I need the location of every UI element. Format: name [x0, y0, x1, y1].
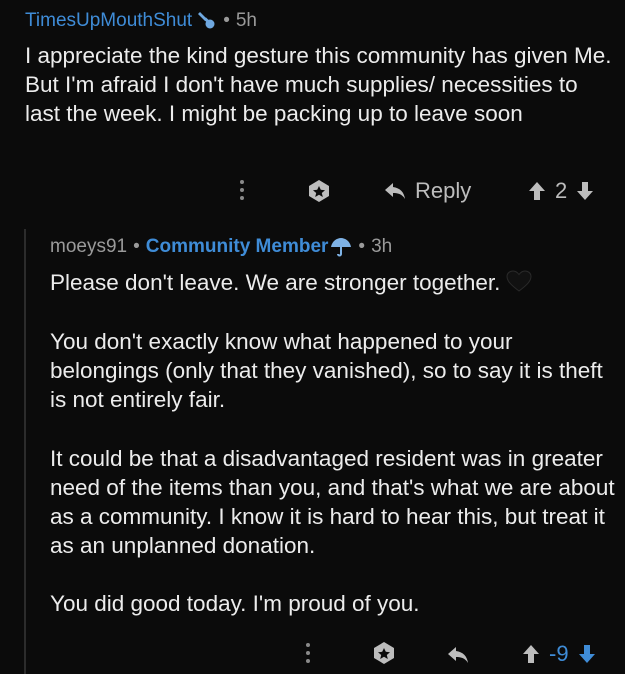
username[interactable]: TimesUpMouthShut — [25, 10, 192, 32]
score: 2 — [555, 178, 568, 203]
timestamp: 5h — [235, 10, 257, 31]
award-icon[interactable] — [370, 639, 398, 667]
separator-dot: • — [358, 236, 366, 257]
comment-paragraph: You did good today. I'm proud of you. — [50, 591, 420, 616]
separator-dot: • — [223, 10, 230, 31]
comment-paragraph: It could be that a disadvantaged residen… — [50, 446, 615, 558]
downvote-icon[interactable] — [578, 644, 596, 664]
black-heart-icon — [506, 270, 532, 299]
downvote-icon[interactable] — [576, 181, 594, 201]
separator-dot: • — [133, 236, 140, 257]
username[interactable]: moeys91 — [50, 236, 127, 258]
more-vertical-icon[interactable] — [237, 176, 247, 204]
upvote-icon[interactable] — [522, 644, 540, 664]
upvote-icon[interactable] — [528, 181, 546, 201]
award-icon[interactable] — [305, 177, 333, 205]
comment: TimesUpMouthShut • 5h I appreciate the k… — [0, 0, 625, 225]
reply-icon — [446, 645, 470, 665]
comment-actions: Reply 2 — [0, 170, 625, 210]
reply-label: Reply — [415, 178, 472, 203]
paragraph-text: Please don't leave. We are stronger toge… — [50, 270, 501, 295]
vote-controls: 2 — [528, 176, 594, 206]
comment-meta: moeys91 • Community Member • 3h — [50, 236, 392, 258]
wrench-icon — [195, 11, 217, 31]
more-vertical-icon[interactable] — [303, 639, 313, 667]
score: -9 — [549, 641, 569, 666]
umbrella-icon — [330, 237, 352, 257]
comment-paragraph: You don't exactly know what happened to … — [50, 329, 603, 412]
comment-body: I appreciate the kind gesture this commu… — [25, 43, 612, 126]
timestamp: 3h — [371, 236, 393, 257]
comment-paragraph: Please don't leave. We are stronger toge… — [50, 268, 622, 299]
comment-meta: TimesUpMouthShut • 5h — [25, 10, 257, 32]
comment: moeys91 • Community Member • 3h Please d… — [0, 225, 625, 674]
reply-button[interactable] — [446, 641, 470, 669]
user-flair: Community Member — [145, 236, 329, 257]
comment-actions: -9 — [0, 633, 625, 673]
vote-controls: -9 — [522, 639, 596, 669]
reply-icon — [383, 181, 407, 201]
reply-button[interactable]: Reply — [383, 176, 471, 206]
